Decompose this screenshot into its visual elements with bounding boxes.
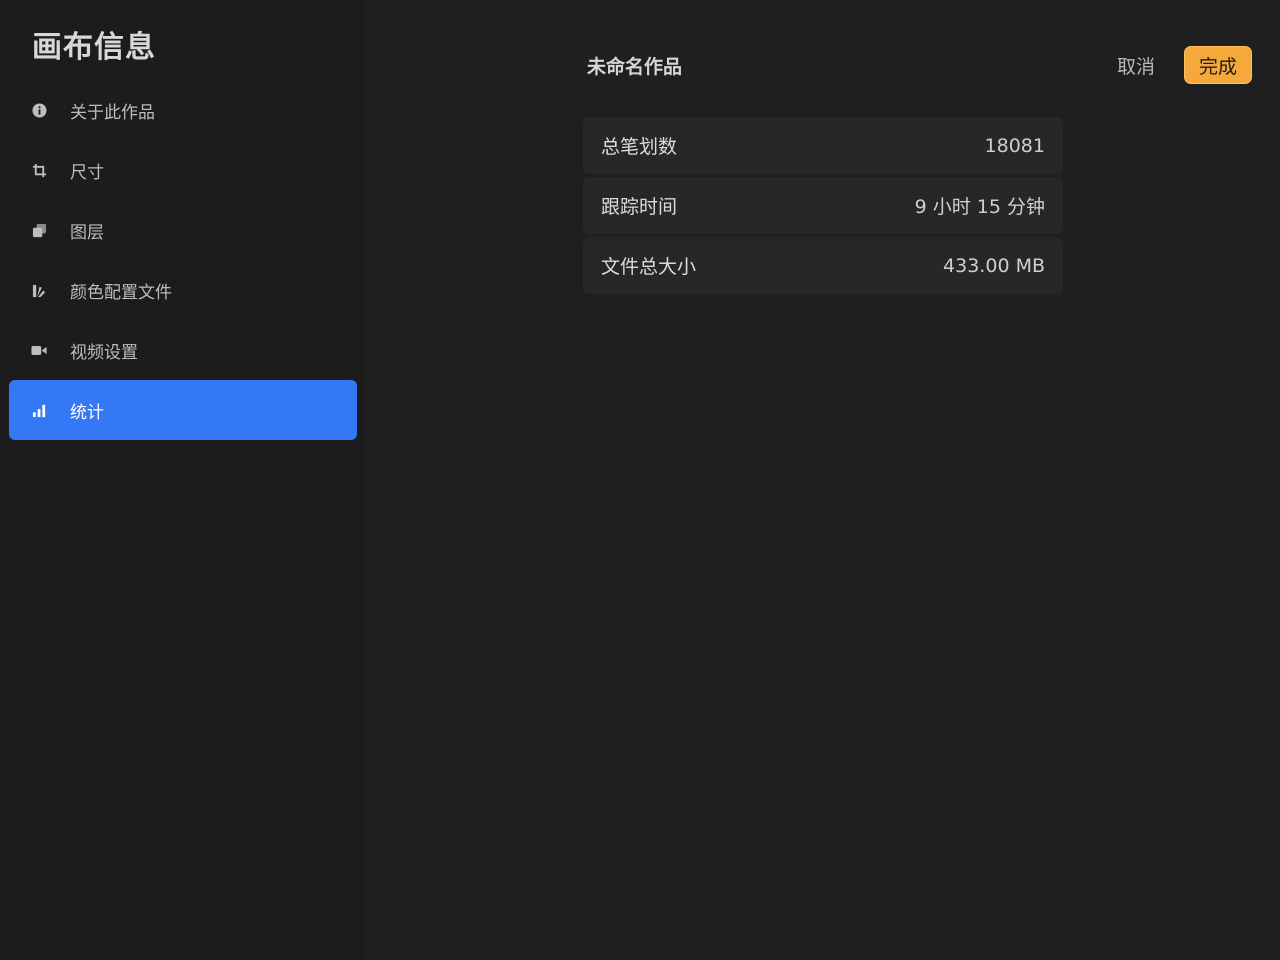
- sidebar-item-label: 尺寸: [70, 162, 104, 183]
- sidebar-item-color-profile[interactable]: 颜色配置文件: [9, 260, 357, 320]
- sidebar-item-about[interactable]: 关于此作品: [9, 80, 357, 140]
- layers-icon: [31, 222, 47, 238]
- sidebar-item-dimensions[interactable]: 尺寸: [9, 140, 357, 200]
- cancel-button[interactable]: 取消: [1110, 47, 1162, 83]
- stat-value: 433.00 MB: [943, 254, 1045, 277]
- sidebar-item-video-settings[interactable]: 视频设置: [9, 320, 357, 380]
- bar-chart-icon: [31, 402, 47, 418]
- color-profile-icon: [31, 282, 47, 298]
- canvas-info-window: 画布信息 关于此作品 尺寸 图层 颜色配置文件 视频设置 统计 未命名作品 取消…: [0, 0, 1280, 960]
- sidebar-item-statistics[interactable]: 统计: [9, 380, 357, 440]
- stat-value: 9 小时 15 分钟: [914, 196, 1045, 218]
- sidebar: 画布信息 关于此作品 尺寸 图层 颜色配置文件 视频设置 统计: [0, 0, 365, 960]
- stat-value: 18081: [984, 134, 1045, 157]
- stat-row-total-strokes: 总笔划数 18081: [583, 117, 1063, 174]
- sidebar-title: 画布信息: [32, 30, 156, 65]
- sidebar-item-label: 颜色配置文件: [70, 282, 172, 303]
- stat-label: 总笔划数: [601, 136, 678, 158]
- artwork-title: 未命名作品: [587, 56, 683, 78]
- video-camera-icon: [31, 342, 47, 358]
- crop-icon: [31, 162, 47, 178]
- stat-label: 跟踪时间: [601, 196, 678, 218]
- stat-row-tracked-time: 跟踪时间 9 小时 15 分钟: [583, 177, 1063, 234]
- sidebar-item-label: 图层: [70, 222, 104, 243]
- done-button[interactable]: 完成: [1184, 46, 1252, 84]
- stat-label: 文件总大小: [601, 256, 697, 278]
- statistics-list: 总笔划数 18081 跟踪时间 9 小时 15 分钟 文件总大小 433.00 …: [583, 117, 1063, 297]
- sidebar-item-label: 统计: [70, 402, 104, 423]
- stat-row-file-size: 文件总大小 433.00 MB: [583, 237, 1063, 294]
- sidebar-item-label: 视频设置: [70, 342, 138, 363]
- sidebar-item-layers[interactable]: 图层: [9, 200, 357, 260]
- sidebar-item-label: 关于此作品: [70, 102, 155, 123]
- info-icon: [31, 102, 47, 118]
